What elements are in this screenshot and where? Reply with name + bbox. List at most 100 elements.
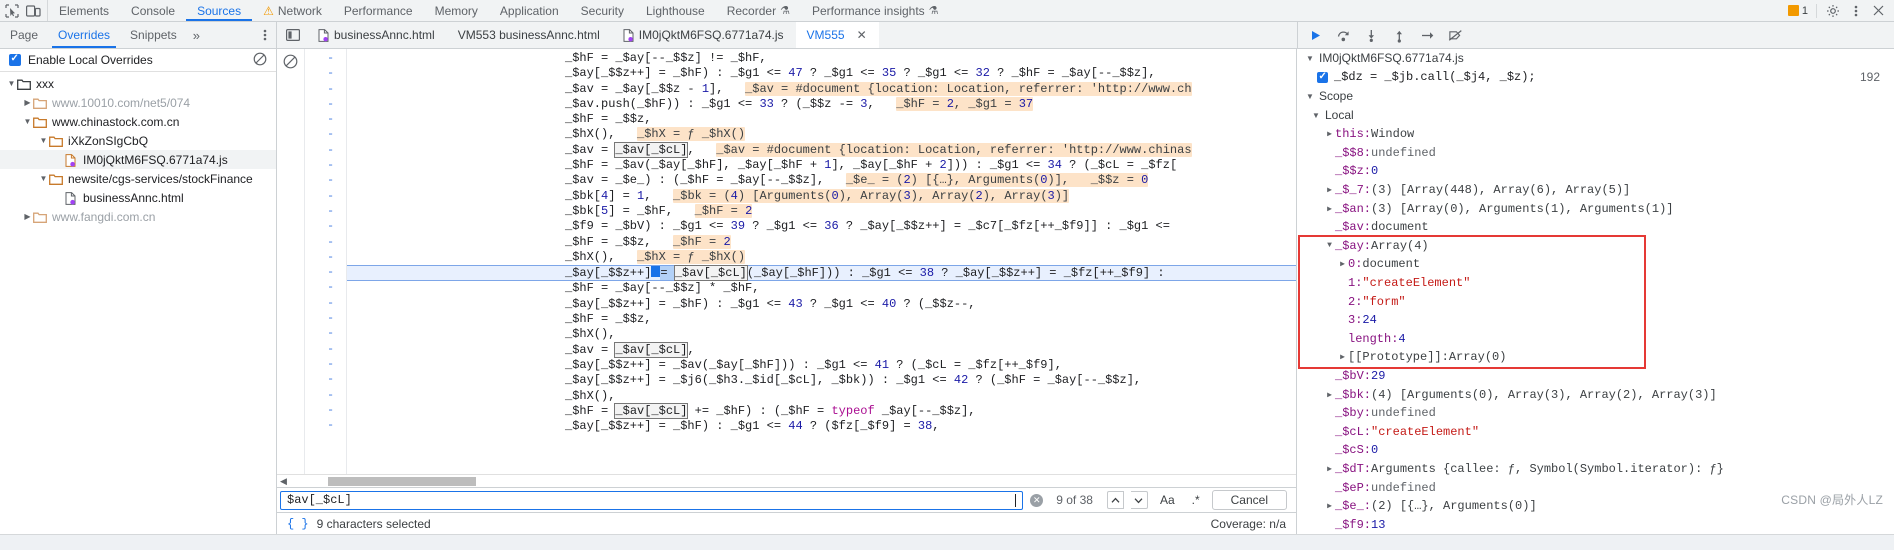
code-line[interactable]: _$hX(), — [347, 327, 1296, 342]
step-icon[interactable] — [1420, 28, 1435, 43]
show-navigator-icon[interactable] — [277, 28, 307, 42]
search-prev-button[interactable] — [1106, 491, 1124, 509]
code-line[interactable]: _$hF = _$ay[--_$$z] * _$hF, — [347, 281, 1296, 296]
twisty-right-icon[interactable]: ▶ — [1324, 390, 1335, 400]
code-line[interactable]: _$av = _$av[_$cL], — [347, 341, 1296, 358]
tab-performance[interactable]: Performance — [333, 0, 424, 21]
error-count-badge[interactable]: 1 — [1787, 5, 1808, 17]
device-toolbar-icon[interactable] — [26, 3, 41, 18]
tab-memory[interactable]: Memory — [424, 0, 489, 21]
search-input[interactable]: $av[_$cL] — [280, 490, 1024, 510]
twisty-right-icon[interactable]: ▶ — [1337, 352, 1348, 362]
tab-application[interactable]: Application — [489, 0, 570, 21]
search-next-button[interactable] — [1130, 491, 1148, 509]
editor-horizontal-scrollbar[interactable]: ◀ — [277, 474, 1296, 487]
pretty-print-braces-icon[interactable]: { } — [287, 517, 309, 531]
kebab-menu-icon[interactable] — [1848, 3, 1863, 18]
step-out-icon[interactable] — [1392, 28, 1407, 43]
code-line[interactable]: _$hX(), _$hX = ƒ _$hX() — [347, 249, 1296, 265]
tree-item[interactable]: businessAnnc.html — [0, 188, 276, 207]
regex-toggle[interactable]: .* — [1187, 493, 1205, 507]
twisty-right-icon[interactable]: ▶ — [22, 212, 33, 221]
code-line[interactable]: _$hX(), _$hX = ƒ _$hX() — [347, 127, 1296, 142]
code-line[interactable]: _$f9 = _$bV) : _$g1 <= 39 ? _$g1 <= 36 ?… — [347, 219, 1296, 234]
tab-security[interactable]: Security — [570, 0, 635, 21]
code-line[interactable]: _$hX(), — [347, 389, 1296, 404]
editor-tab-vm553-businessannc-html[interactable]: VM553 businessAnnc.html — [447, 22, 612, 48]
scope-variable-row[interactable]: _$$8: undefined — [1297, 144, 1894, 163]
scroll-left-arrow-icon[interactable]: ◀ — [277, 476, 290, 487]
code-editor[interactable]: ------------------------- _$hF = _$ay[--… — [277, 49, 1296, 474]
twisty-down-icon[interactable]: ▼ — [22, 117, 33, 126]
code-line[interactable]: _$av = _$av[_$cL], _$av = #document {loc… — [347, 141, 1296, 158]
tree-item[interactable]: ▼ www.chinastock.com.cn — [0, 112, 276, 131]
code-content[interactable]: _$hF = _$ay[--_$$z] != _$hF, _$ay[_$$z++]… — [347, 49, 1296, 474]
tab-lighthouse[interactable]: Lighthouse — [635, 0, 716, 21]
twisty-right-icon[interactable]: ▶ — [22, 98, 33, 107]
tab-elements[interactable]: Elements — [48, 0, 120, 21]
call-frame-row[interactable]: _$dz = _$jb.call(_$j4, _$z); 192 — [1297, 67, 1894, 87]
chevron-down-icon[interactable]: ▼ — [1306, 92, 1315, 101]
twisty-right-icon[interactable]: ▶ — [1324, 501, 1335, 511]
match-case-toggle[interactable]: Aa — [1155, 493, 1180, 507]
tree-item[interactable]: ▶ www.10010.com/net5/074 — [0, 93, 276, 112]
tree-item[interactable]: ▼ iXkZonSIgCbQ — [0, 131, 276, 150]
editor-tab-businessannc-html[interactable]: businessAnnc.html — [307, 22, 447, 48]
clear-search-icon[interactable]: ✕ — [1030, 493, 1044, 507]
navigator-tab-overrides[interactable]: Overrides — [48, 22, 120, 48]
twisty-right-icon[interactable]: ▶ — [1324, 185, 1335, 195]
code-line[interactable]: _$hF = _$$z, — [347, 312, 1296, 327]
twisty-down-icon[interactable]: ▼ — [1324, 241, 1335, 250]
cancel-button[interactable]: Cancel — [1211, 490, 1287, 510]
tree-item[interactable]: ▼ xxx — [0, 74, 276, 93]
scope-variable-row[interactable]: 2: "form" — [1297, 292, 1894, 311]
scope-variable-row[interactable]: ▶ _$an: (3) [Array(0), Arguments(1), Argu… — [1297, 199, 1894, 218]
deactivate-breakpoints-icon[interactable] — [1448, 28, 1463, 43]
code-line[interactable]: _$ay[_$$z++] = _$hF) : _$g1 <= 47 ? _$g1… — [347, 66, 1296, 81]
breakpoint-gutter[interactable] — [277, 49, 305, 474]
scope-variable-row[interactable]: ▶ _$dT: Arguments {callee: ƒ, Symbol(Symb… — [1297, 460, 1894, 479]
twisty-right-icon[interactable]: ▶ — [1324, 464, 1335, 474]
tree-item[interactable]: IM0jQktM6FSQ.6771a74.js — [0, 150, 276, 169]
scope-variable-row[interactable]: ▼ _$ay: Array(4) — [1297, 237, 1894, 256]
scope-variable-row[interactable]: _$cL: "createElement" — [1297, 422, 1894, 441]
chevron-down-icon[interactable]: ▼ — [1312, 111, 1321, 120]
twisty-down-icon[interactable]: ▼ — [6, 79, 17, 88]
code-line[interactable]: _$bk[5] = _$hF, _$hF = 2 — [347, 203, 1296, 219]
scope-variable-row[interactable]: 1: "createElement" — [1297, 274, 1894, 293]
tab-recorder[interactable]: Recorder ⚗ — [716, 0, 801, 21]
step-over-icon[interactable] — [1336, 28, 1351, 43]
step-into-icon[interactable] — [1364, 28, 1379, 43]
code-line-highlighted[interactable]: _$ay[_$$z++] = _$av[_$cL](_$ay[_$hF])) : … — [347, 265, 1296, 282]
code-line[interactable]: _$hF = _$$z, — [347, 112, 1296, 127]
code-line[interactable]: _$hF = _$av(_$ay[_$hF], _$ay[_$hF + 1], … — [347, 158, 1296, 173]
scope-variable-row[interactable]: _$bV: 29 — [1297, 367, 1894, 386]
close-tab-icon[interactable]: ✕ — [857, 28, 867, 42]
scope-section-header[interactable]: ▼ Scope — [1297, 87, 1894, 106]
tab-network[interactable]: ⚠ Network — [252, 0, 333, 21]
tab-performance-insights[interactable]: Performance insights ⚗ — [801, 0, 950, 21]
code-line[interactable]: _$hF = _$av[_$cL] += _$hF) : (_$hF = typ… — [347, 402, 1296, 419]
editor-tab-vm555[interactable]: VM555 ✕ — [795, 22, 879, 48]
scope-variable-row[interactable]: ▶ [[Prototype]]: Array(0) — [1297, 348, 1894, 367]
scope-variable-row[interactable]: _$f9: 13 — [1297, 515, 1894, 534]
code-line[interactable]: _$bk[4] = 1, _$bk = (4) [Arguments(0), A… — [347, 188, 1296, 204]
chevron-double-right-icon[interactable]: » — [187, 28, 206, 43]
tree-item[interactable]: ▶ www.fangdi.com.cn — [0, 207, 276, 226]
twisty-right-icon[interactable]: ▶ — [1324, 129, 1335, 139]
scope-variable-row[interactable]: _$by: undefined — [1297, 404, 1894, 423]
scope-variable-row[interactable]: ▶ _$_7: (3) [Array(448), Array(6), Array(… — [1297, 181, 1894, 200]
chevron-down-icon[interactable]: ▼ — [1306, 54, 1315, 63]
navigator-kebab-icon[interactable] — [254, 28, 276, 42]
call-stack-file-row[interactable]: ▼ IM0jQktM6FSQ.6771a74.js — [1297, 49, 1894, 68]
twisty-right-icon[interactable]: ▶ — [1324, 204, 1335, 214]
tree-item[interactable]: ▼ newsite/cgs-services/stockFinance — [0, 169, 276, 188]
code-line[interactable]: _$av = _$e_) : (_$hF = _$ay[--_$$z], _$e… — [347, 173, 1296, 188]
scope-variable-row[interactable]: ▶ this: Window — [1297, 125, 1894, 144]
scope-variable-row[interactable]: _$$z: 0 — [1297, 162, 1894, 181]
clear-overrides-icon[interactable] — [253, 52, 267, 69]
inspect-element-icon[interactable] — [4, 3, 19, 18]
enable-local-overrides-checkbox[interactable] — [9, 53, 21, 66]
scope-variable-row[interactable]: _$cS: 0 — [1297, 441, 1894, 460]
resume-script-icon[interactable] — [1308, 28, 1323, 43]
